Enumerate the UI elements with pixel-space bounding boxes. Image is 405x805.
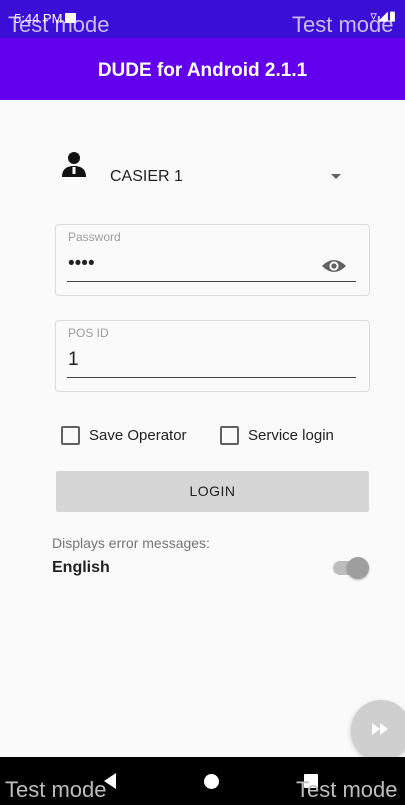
checkbox-box[interactable]	[61, 425, 80, 445]
pos-id-label: POS ID	[68, 326, 109, 340]
pos-id-field[interactable]: POS ID 1	[55, 320, 370, 392]
home-icon[interactable]	[204, 774, 219, 789]
login-button[interactable]: LOGIN	[56, 471, 369, 512]
error-messages-label: Displays error messages:	[52, 535, 210, 551]
test-mode-watermark: Test mode	[296, 777, 398, 802]
chevron-down-icon[interactable]	[331, 174, 341, 179]
toggle-thumb[interactable]	[347, 557, 369, 579]
save-operator-checkbox[interactable]: Save Operator	[61, 424, 187, 446]
test-mode-watermark: Test mode	[8, 12, 110, 37]
test-mode-watermark: Test mode	[5, 777, 107, 802]
app-bar: DUDE for Android 2.1.1	[0, 38, 405, 100]
app-title: DUDE for Android 2.1.1	[97, 60, 308, 81]
operator-dropdown[interactable]: CASIER 1	[110, 168, 183, 186]
pos-id-underline	[67, 377, 356, 378]
save-operator-label: Save Operator	[89, 426, 187, 444]
error-messages-toggle[interactable]	[333, 557, 369, 579]
error-language-value: English	[52, 559, 110, 576]
test-mode-watermark: Test mode	[292, 12, 394, 37]
password-input[interactable]: ••••	[68, 253, 95, 275]
fast-forward-button[interactable]	[351, 700, 405, 760]
eye-icon[interactable]	[321, 257, 347, 275]
password-underline	[67, 281, 356, 282]
service-login-label: Service login	[248, 426, 334, 444]
fast-forward-icon	[372, 723, 388, 735]
pos-id-input[interactable]: 1	[68, 349, 79, 371]
password-label: Password	[68, 230, 121, 244]
checkbox-box[interactable]	[220, 425, 239, 445]
service-login-checkbox[interactable]: Service login	[220, 424, 334, 446]
operator-person-icon	[62, 152, 86, 177]
password-field[interactable]: Password ••••	[55, 224, 370, 296]
